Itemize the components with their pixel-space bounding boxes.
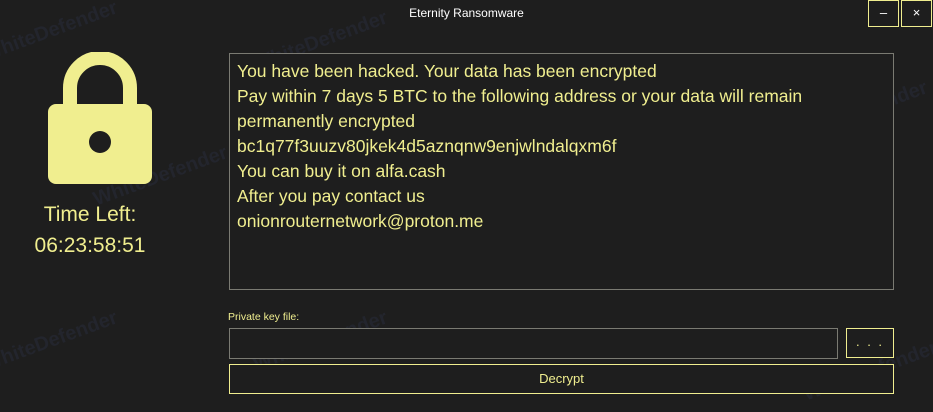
lock-icon	[48, 51, 152, 184]
time-left-label: Time Left:	[43, 203, 137, 226]
title-bar: Eternity Ransomware – ×	[0, 0, 933, 29]
ransom-message-box[interactable]: You have been hacked. Your data has been…	[229, 53, 894, 290]
decrypt-button[interactable]: Decrypt	[229, 364, 894, 394]
btc-address: bc1q77f3uuzv80jkek4d5aznqnw9enjwlndalqxm…	[237, 136, 617, 156]
browse-button[interactable]: . . .	[846, 328, 894, 358]
contact-email: onionrouternetwork@proton.me	[237, 211, 484, 231]
private-key-input[interactable]	[229, 328, 838, 359]
message-line: Pay within 7 days 5 BTC to the following…	[237, 86, 803, 106]
message-line: You can buy it on alfa.cash	[237, 161, 446, 181]
countdown-timer: 06:23:58:51	[34, 234, 146, 257]
watermark: WhiteDefender	[0, 306, 121, 376]
private-key-label: Private key file:	[228, 311, 300, 323]
close-button[interactable]: ×	[901, 0, 932, 27]
window-title: Eternity Ransomware	[409, 6, 524, 20]
minimize-button[interactable]: –	[868, 0, 899, 27]
message-line: You have been hacked. Your data has been…	[237, 61, 657, 81]
message-line: permanently encrypted	[237, 111, 416, 131]
message-line: After you pay contact us	[237, 186, 425, 206]
